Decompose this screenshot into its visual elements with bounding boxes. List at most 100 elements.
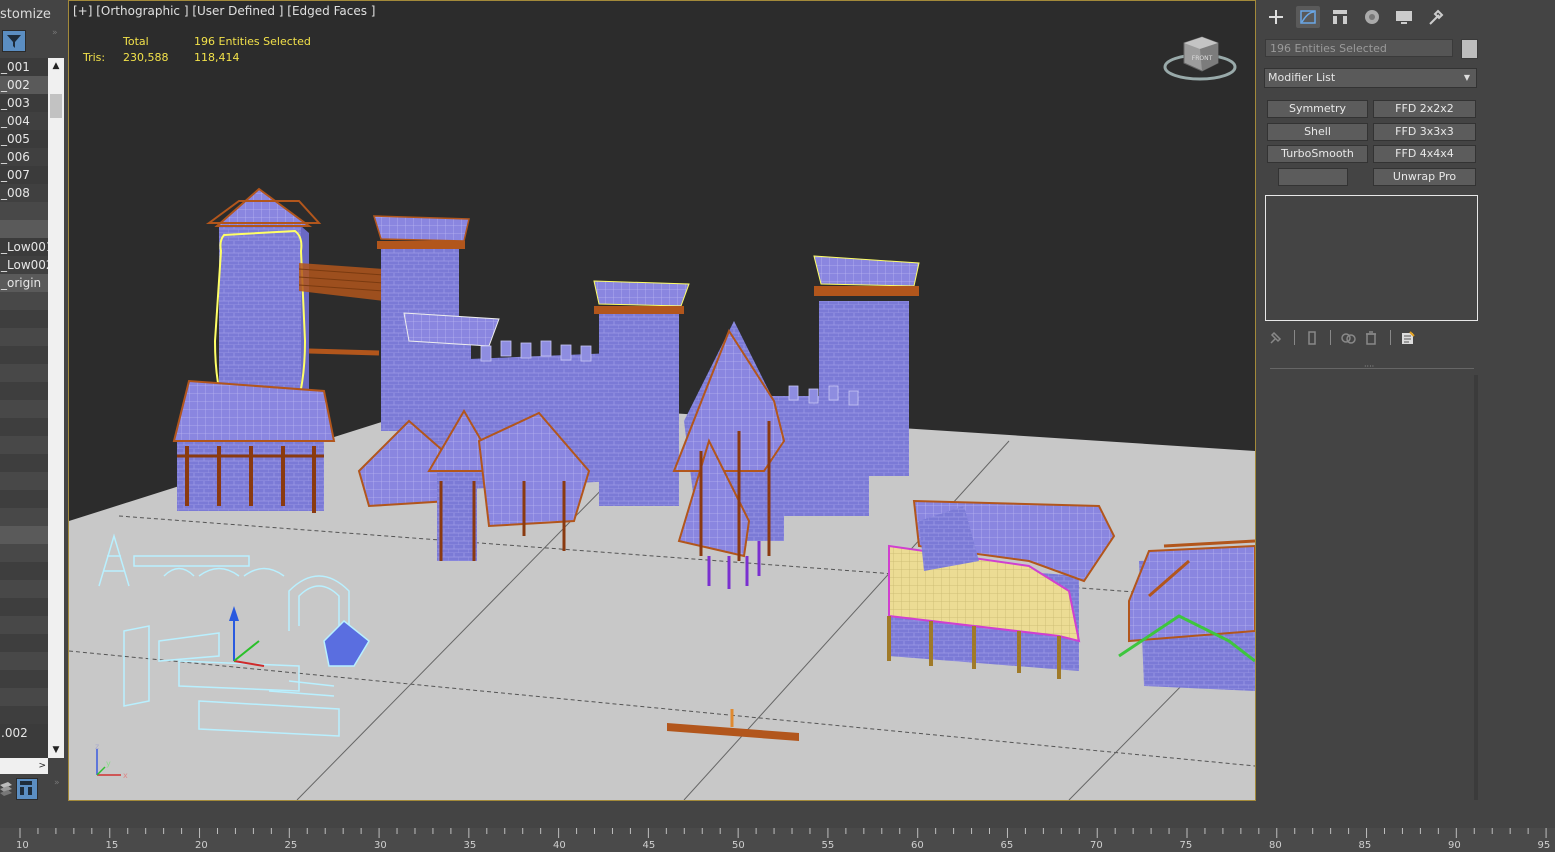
list-item[interactable]	[0, 580, 48, 598]
svg-text:z: z	[95, 743, 99, 751]
list-item[interactable]	[0, 634, 48, 652]
symmetry-button[interactable]: Symmetry	[1267, 100, 1368, 118]
pin-stack-icon[interactable]	[1268, 330, 1282, 350]
list-vertical-scrollbar[interactable]: ▲ ▼	[48, 58, 64, 758]
turbosmooth-button[interactable]: TurboSmooth	[1267, 145, 1368, 163]
list-item[interactable]: _origin	[0, 274, 48, 292]
make-unique-icon[interactable]	[1340, 330, 1356, 350]
utilities-icon[interactable]	[1424, 6, 1448, 28]
list-item[interactable]	[0, 706, 48, 724]
panel-collapse-icon[interactable]: »	[54, 778, 60, 788]
show-end-result-icon[interactable]	[1306, 330, 1318, 350]
create-icon[interactable]	[1264, 6, 1288, 28]
perspective-viewport[interactable]: [+] [Orthographic ] [User Defined ] [Edg…	[68, 0, 1256, 801]
layers-icon[interactable]	[0, 779, 12, 797]
list-item[interactable]	[0, 454, 48, 472]
viewcube-icon[interactable]: FRONT	[1162, 31, 1242, 91]
timeline-tick-label: 95	[1537, 840, 1551, 851]
motion-icon[interactable]	[1360, 6, 1384, 28]
toolbar-divider	[1294, 330, 1295, 345]
list-item[interactable]: _005	[0, 130, 48, 148]
list-item[interactable]	[0, 364, 48, 382]
list-item[interactable]	[0, 436, 48, 454]
hierarchy-icon[interactable]	[1328, 6, 1352, 28]
timeline-tick-label: 45	[642, 840, 656, 851]
central-tower[interactable]	[593, 280, 690, 506]
list-item[interactable]: _001	[0, 58, 48, 76]
list-horizontal-scrollbar[interactable]: >	[0, 758, 48, 774]
object-color-swatch[interactable]	[1461, 39, 1478, 59]
scrollbar-thumb[interactable]	[50, 94, 62, 118]
list-item[interactable]	[0, 526, 48, 544]
timeline-tick-label: 90	[1448, 840, 1461, 851]
list-item[interactable]	[0, 688, 48, 706]
list-item[interactable]: .002	[0, 724, 48, 742]
list-item[interactable]	[0, 220, 48, 238]
timeline-tick-label: 55	[821, 840, 835, 851]
scene-explorer: stomize » _001 _002 _003 _004 _005 _006 …	[0, 0, 66, 800]
timeline-tick-label: 30	[374, 840, 387, 851]
list-item[interactable]	[0, 346, 48, 364]
remove-modifier-icon[interactable]	[1364, 330, 1378, 350]
ffd-2x2x2-button[interactable]: FFD 2x2x2	[1373, 100, 1476, 118]
stack-toolbar	[1268, 330, 1468, 350]
unwrap-pro-button[interactable]: Unwrap Pro	[1373, 168, 1476, 186]
list-item[interactable]: _002	[0, 76, 48, 94]
timeline-ruler[interactable]: 10 15 20 25 30 35 40 45 50 55 60 65 70 75 80 85 90 95	[0, 828, 1555, 852]
scroll-down-arrow-icon[interactable]: ▼	[48, 742, 64, 758]
list-item[interactable]	[0, 202, 48, 220]
list-item[interactable]	[0, 328, 48, 346]
list-item[interactable]	[0, 310, 48, 328]
svg-text:x: x	[123, 771, 128, 780]
viewport-label[interactable]: [+] [Orthographic ] [User Defined ] [Edg…	[73, 4, 375, 18]
ffd-4x4x4-button[interactable]: FFD 4x4x4	[1373, 145, 1476, 163]
customize-menu[interactable]: stomize	[0, 7, 51, 22]
list-item[interactable]	[0, 652, 48, 670]
list-item[interactable]: _Low002	[0, 256, 48, 274]
list-item[interactable]: _004	[0, 112, 48, 130]
rollout-grip-icon[interactable]: ····	[1364, 363, 1376, 371]
timeline-tick-label: 50	[732, 840, 745, 851]
configure-sets-icon[interactable]	[1400, 330, 1416, 350]
list-item[interactable]	[0, 418, 48, 436]
filter-icon	[7, 35, 21, 48]
axis-tripod-icon: z x y	[95, 743, 128, 780]
list-item[interactable]: _007	[0, 166, 48, 184]
wooden-house-left[interactable]	[172, 379, 336, 513]
list-item[interactable]	[0, 472, 48, 490]
list-item[interactable]	[0, 490, 48, 508]
modifier-list-label: Modifier List	[1268, 71, 1336, 84]
modifier-list-dropdown[interactable]: Modifier List ▼	[1264, 68, 1477, 88]
filter-button[interactable]	[2, 30, 26, 52]
modify-icon[interactable]	[1296, 6, 1320, 28]
list-item[interactable]	[0, 670, 48, 688]
list-item[interactable]	[0, 292, 48, 310]
empty-modifier-button[interactable]	[1278, 168, 1348, 186]
list-item[interactable]: _Low001	[0, 238, 48, 256]
panel-collapse-icon[interactable]: »	[52, 28, 58, 38]
ffd-3x3x3-button[interactable]: FFD 3x3x3	[1373, 123, 1476, 141]
list-item[interactable]	[0, 598, 48, 616]
list-item[interactable]: _008	[0, 184, 48, 202]
wood-bridge	[298, 263, 385, 356]
list-item[interactable]	[0, 400, 48, 418]
modifier-stack[interactable]	[1265, 195, 1478, 321]
hierarchy-button[interactable]	[16, 778, 38, 800]
ruler-ticks	[19, 828, 1547, 838]
3dsmax-window: stomize » _001 _002 _003 _004 _005 _006 …	[0, 0, 1555, 852]
display-icon[interactable]	[1392, 6, 1416, 28]
timeline-tick-label: 25	[284, 840, 298, 851]
list-item[interactable]: _003	[0, 94, 48, 112]
list-item[interactable]	[0, 562, 48, 580]
list-item[interactable]	[0, 616, 48, 634]
list-item[interactable]	[0, 382, 48, 400]
list-item[interactable]	[0, 508, 48, 526]
scroll-right-arrow-icon[interactable]: >	[38, 758, 46, 774]
object-name-field[interactable]: 196 Entities Selected	[1265, 39, 1453, 57]
timeline-tick-label: 15	[105, 840, 119, 851]
command-panel-scrollbar[interactable]	[1474, 375, 1478, 800]
list-item[interactable]	[0, 544, 48, 562]
shell-button[interactable]: Shell	[1267, 123, 1368, 141]
scroll-up-arrow-icon[interactable]: ▲	[48, 58, 64, 74]
list-item[interactable]: _006	[0, 148, 48, 166]
